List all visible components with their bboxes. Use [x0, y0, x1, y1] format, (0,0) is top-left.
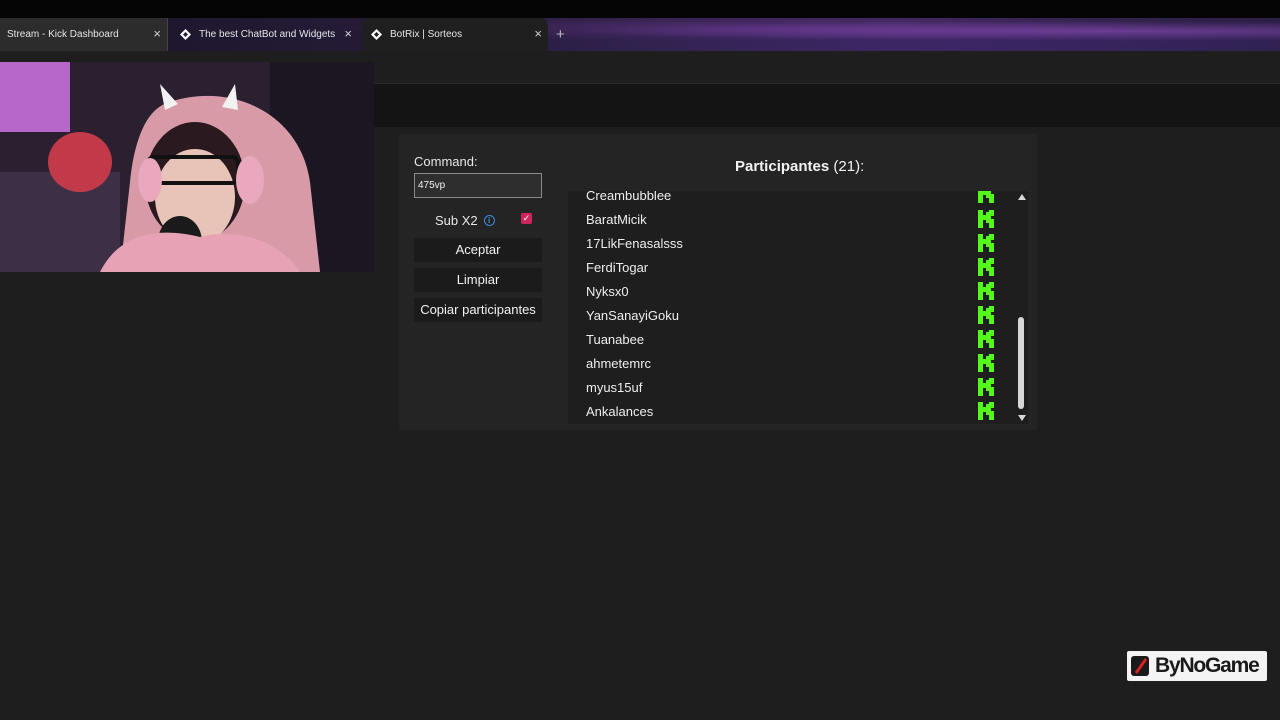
- clear-button[interactable]: Limpiar: [414, 268, 542, 292]
- kick-icon: [978, 210, 994, 228]
- copy-participants-button[interactable]: Copiar participantes: [414, 298, 542, 322]
- kick-icon: [978, 282, 994, 300]
- giveaway-panel: Command: Sub X2 i ✓ Aceptar Limpiar Copi…: [399, 134, 1037, 430]
- tab-kick-dashboard[interactable]: Stream - Kick Dashboard ×: [0, 18, 168, 51]
- scroll-down-icon[interactable]: [1018, 415, 1026, 421]
- webcam-image: [0, 62, 374, 272]
- participants-title: Participantes (21):: [735, 158, 864, 175]
- bynogame-logo-icon: [1131, 656, 1149, 676]
- sub-x2-label: Sub X2: [435, 212, 478, 228]
- tab-label: BotRix | Sorteos: [390, 29, 463, 40]
- tab-botrix-chatbot[interactable]: The best ChatBot and Widgets ×: [170, 18, 358, 51]
- tab-botrix-sorteos[interactable]: BotRix | Sorteos ×: [362, 18, 548, 51]
- screen-top-strip: [0, 0, 1280, 18]
- list-item: BaratMicik: [586, 211, 647, 227]
- kick-icon: [978, 258, 994, 276]
- watermark-text: ByNoGame: [1155, 654, 1260, 677]
- list-item: FerdiTogar: [586, 259, 649, 275]
- close-icon[interactable]: ×: [153, 27, 161, 41]
- command-label: Command:: [414, 154, 478, 169]
- kick-icon: [978, 354, 994, 372]
- sub-x2-row: Sub X2 i: [435, 212, 495, 228]
- list-item: Ankalances: [586, 403, 654, 419]
- botrix-icon: [179, 29, 191, 41]
- kick-icon: [978, 234, 994, 252]
- participants-count: (21):: [833, 158, 865, 175]
- list-item: 17LikFenasalsss: [586, 235, 683, 251]
- kick-icon: [978, 330, 994, 348]
- webcam-overlay: [0, 62, 374, 272]
- list-item: YanSanayiGoku: [586, 307, 679, 323]
- page-header-bar: [374, 83, 1280, 127]
- bynogame-watermark: ByNoGame: [1127, 651, 1267, 681]
- kick-icon: [978, 191, 994, 203]
- scrollbar-thumb[interactable]: [1018, 317, 1024, 409]
- list-item: Tuanabee: [586, 331, 645, 347]
- scroll-up-icon[interactable]: [1018, 194, 1026, 200]
- new-tab-icon[interactable]: +: [556, 26, 565, 43]
- close-icon[interactable]: ×: [534, 27, 542, 41]
- list-item: Creambubblee: [586, 191, 672, 203]
- info-icon[interactable]: i: [483, 214, 495, 226]
- participants-scrollbar[interactable]: [1015, 191, 1027, 424]
- list-item: Nyksx0: [586, 283, 629, 299]
- tab-label: Stream - Kick Dashboard: [7, 29, 119, 40]
- browser-tab-bar: Stream - Kick Dashboard × The best ChatB…: [0, 18, 1280, 51]
- list-item: myus15uf: [586, 379, 643, 395]
- list-item: ahmetemrc: [586, 355, 652, 371]
- kick-icon: [978, 378, 994, 396]
- participants-list[interactable]: Creambubblee BaratMicik 17LikFenasalsss …: [568, 191, 1028, 424]
- botrix-icon: [370, 29, 382, 41]
- participants-title-label: Participantes: [735, 158, 830, 175]
- close-icon[interactable]: ×: [344, 27, 352, 41]
- command-input[interactable]: [414, 173, 542, 198]
- accept-button[interactable]: Aceptar: [414, 238, 542, 262]
- kick-icon: [978, 402, 994, 420]
- tab-label: The best ChatBot and Widgets: [199, 29, 336, 40]
- kick-icon: [978, 306, 994, 324]
- sub-x2-checkbox[interactable]: ✓: [521, 213, 532, 224]
